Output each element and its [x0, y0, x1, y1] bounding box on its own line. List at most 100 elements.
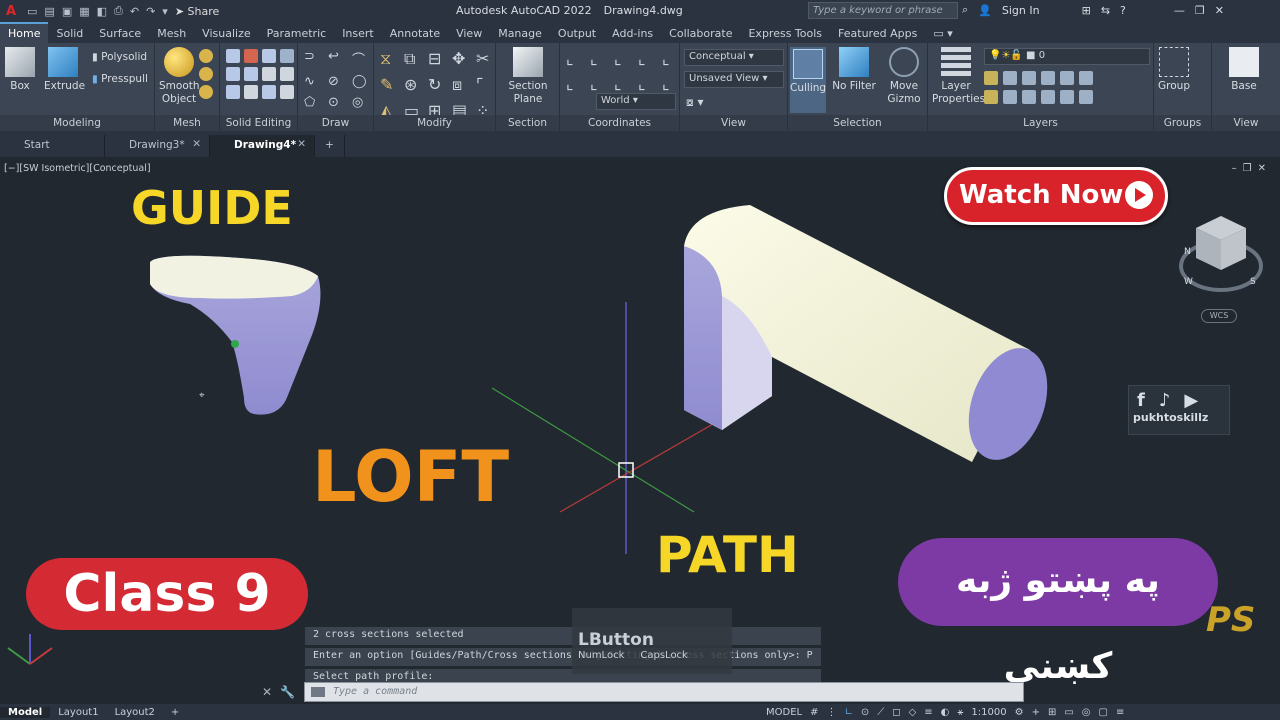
layer-tool-icon[interactable]	[1060, 90, 1074, 104]
clean-screen-icon[interactable]: ▢	[1099, 707, 1108, 718]
customize-icon[interactable]: 🔧	[280, 685, 295, 699]
print-icon[interactable]: ⎙	[114, 4, 123, 18]
panel-title-view-right[interactable]: View	[1212, 115, 1280, 131]
ucs-y-icon[interactable]: ⌞	[638, 49, 656, 68]
autocad-logo-icon[interactable]: A	[6, 4, 20, 19]
ucs-world-icon[interactable]: ⌞	[566, 74, 584, 93]
layout-tab-layout2[interactable]: Layout2	[107, 707, 163, 718]
viewport-config-icon[interactable]: ⧇ ▾	[686, 95, 703, 110]
swept-path-solid[interactable]	[684, 205, 1062, 471]
ucs-face-icon[interactable]: ⌞	[614, 74, 632, 93]
ortho-icon[interactable]: ∟	[844, 707, 852, 718]
polysolid-button[interactable]: ▮ Polysolid	[92, 51, 147, 63]
chamfer-edge-icon[interactable]	[244, 85, 258, 99]
layer-tool-icon[interactable]	[1079, 90, 1093, 104]
layer-tool-icon[interactable]	[984, 90, 998, 104]
polygon-icon[interactable]: ⬠	[304, 95, 322, 110]
customization-icon[interactable]: ≡	[1116, 707, 1124, 718]
copy-icon[interactable]: ⧈	[452, 75, 470, 95]
layer-properties-button[interactable]: Layer Properties	[932, 47, 985, 106]
annotation-scale[interactable]: 1:1000	[971, 707, 1006, 718]
paint-icon[interactable]: ✎	[380, 75, 398, 95]
tab-collaborate[interactable]: Collaborate	[661, 24, 740, 43]
panel-title-coordinates[interactable]: Coordinates	[560, 115, 679, 131]
group-button[interactable]: Group	[1158, 47, 1190, 92]
units-icon[interactable]: ⊞	[1048, 707, 1056, 718]
layout-tab-layout1[interactable]: Layout1	[50, 707, 106, 718]
panel-title-view[interactable]: View	[680, 115, 787, 131]
base-button[interactable]: Base	[1226, 47, 1262, 92]
ribbon-options-icon[interactable]: ▭ ▾	[925, 24, 960, 43]
panel-title-mesh[interactable]: Mesh	[155, 115, 219, 131]
add-layout-icon[interactable]: +	[163, 707, 187, 718]
help-search-input[interactable]: Type a keyword or phrase	[808, 2, 958, 19]
sign-in-link[interactable]: Sign In	[1002, 4, 1040, 17]
open-icon[interactable]: ▤	[44, 5, 54, 18]
tab-featured-apps[interactable]: Featured Apps	[830, 24, 925, 43]
rotate-icon[interactable]: ↻	[428, 75, 446, 95]
new-icon[interactable]: ▭	[27, 5, 37, 18]
culling-button[interactable]: Culling	[790, 47, 826, 113]
ucs-prev-icon[interactable]: ⌞	[590, 74, 608, 93]
mirror-icon[interactable]: ⧖	[380, 49, 398, 69]
panel-title-selection[interactable]: Selection	[788, 115, 927, 131]
trim-icon[interactable]: ✂	[476, 49, 494, 69]
new-tab-button[interactable]: +	[315, 135, 345, 157]
tiktok-icon[interactable]: ♪	[1159, 390, 1171, 411]
imprint-icon[interactable]	[280, 67, 294, 81]
tab-output[interactable]: Output	[550, 24, 604, 43]
panel-title-modeling[interactable]: Modeling	[0, 115, 154, 131]
osnap-icon[interactable]: ◻	[892, 707, 900, 718]
helix-icon[interactable]: ⊘	[328, 74, 346, 89]
fillet-icon[interactable]: ⌜	[476, 75, 494, 95]
tab-visualize[interactable]: Visualize	[194, 24, 258, 43]
panel-title-modify[interactable]: Modify	[374, 115, 495, 131]
wcs-menu[interactable]: WCS	[1201, 309, 1237, 323]
visual-style-select[interactable]: Conceptual ▾	[684, 49, 784, 66]
polar-icon[interactable]: ⊙	[861, 707, 869, 718]
3d-mirror-icon[interactable]: ⧉	[404, 49, 422, 69]
viewcube[interactable]: N W S	[1176, 210, 1266, 300]
snap-icon[interactable]: ⋮	[826, 707, 836, 718]
panel-title-section[interactable]: Section	[496, 115, 559, 131]
circle-icon[interactable]: ◯	[352, 74, 370, 89]
panel-title-draw[interactable]: Draw	[298, 115, 373, 131]
doc-tab-drawing4[interactable]: Drawing4* ✕	[210, 135, 315, 157]
undo-icon[interactable]: ↶	[130, 5, 139, 18]
dropdown-icon[interactable]: ▾	[162, 5, 168, 18]
user-icon[interactable]: 👤	[978, 4, 992, 17]
model-space-toggle[interactable]: MODEL	[766, 707, 802, 718]
annotation-icon[interactable]: ⚹	[957, 707, 963, 718]
plus-icon[interactable]: +	[1032, 707, 1040, 718]
isodraft-icon[interactable]: ⟋	[877, 707, 884, 718]
web-icon[interactable]: ◧	[97, 5, 107, 18]
panel-title-solid-editing[interactable]: Solid Editing	[220, 115, 297, 131]
facebook-icon[interactable]: f	[1137, 390, 1145, 411]
redo-icon[interactable]: ↷	[146, 5, 155, 18]
tab-solid[interactable]: Solid	[48, 24, 91, 43]
ucs-object-icon[interactable]: ⌞	[638, 74, 656, 93]
mesh-tool-icon[interactable]	[199, 49, 213, 63]
doc-tab-drawing3[interactable]: Drawing3* ✕	[105, 135, 210, 157]
tab-manage[interactable]: Manage	[490, 24, 550, 43]
panel-title-groups[interactable]: Groups	[1154, 115, 1211, 131]
tab-insert[interactable]: Insert	[334, 24, 382, 43]
spline-icon[interactable]: ∿	[304, 74, 322, 89]
save-as-icon[interactable]: ▦	[79, 5, 89, 18]
union-icon[interactable]	[226, 49, 240, 63]
layer-tool-icon[interactable]	[1003, 90, 1017, 104]
arc-options-icon[interactable]: ⌒	[352, 49, 370, 68]
ucs-z-icon[interactable]: ⌞	[662, 49, 680, 68]
tab-mesh[interactable]: Mesh	[149, 24, 194, 43]
extrude-button[interactable]: Extrude	[44, 47, 85, 92]
help-icon[interactable]: ?	[1120, 4, 1126, 17]
3d-osnap-icon[interactable]: ◇	[909, 707, 917, 718]
tab-express-tools[interactable]: Express Tools	[740, 24, 830, 43]
tab-parametric[interactable]: Parametric	[259, 24, 335, 43]
close-icon[interactable]: ✕	[1215, 4, 1224, 17]
layer-select[interactable]: 💡☀🔓 ■ 0	[984, 48, 1150, 65]
isolate-icon[interactable]: ◎	[1082, 707, 1091, 718]
arc-icon[interactable]: ↩	[328, 49, 346, 68]
extract-edges-icon[interactable]	[262, 67, 276, 81]
search-icon[interactable]: ⌕	[962, 3, 968, 17]
